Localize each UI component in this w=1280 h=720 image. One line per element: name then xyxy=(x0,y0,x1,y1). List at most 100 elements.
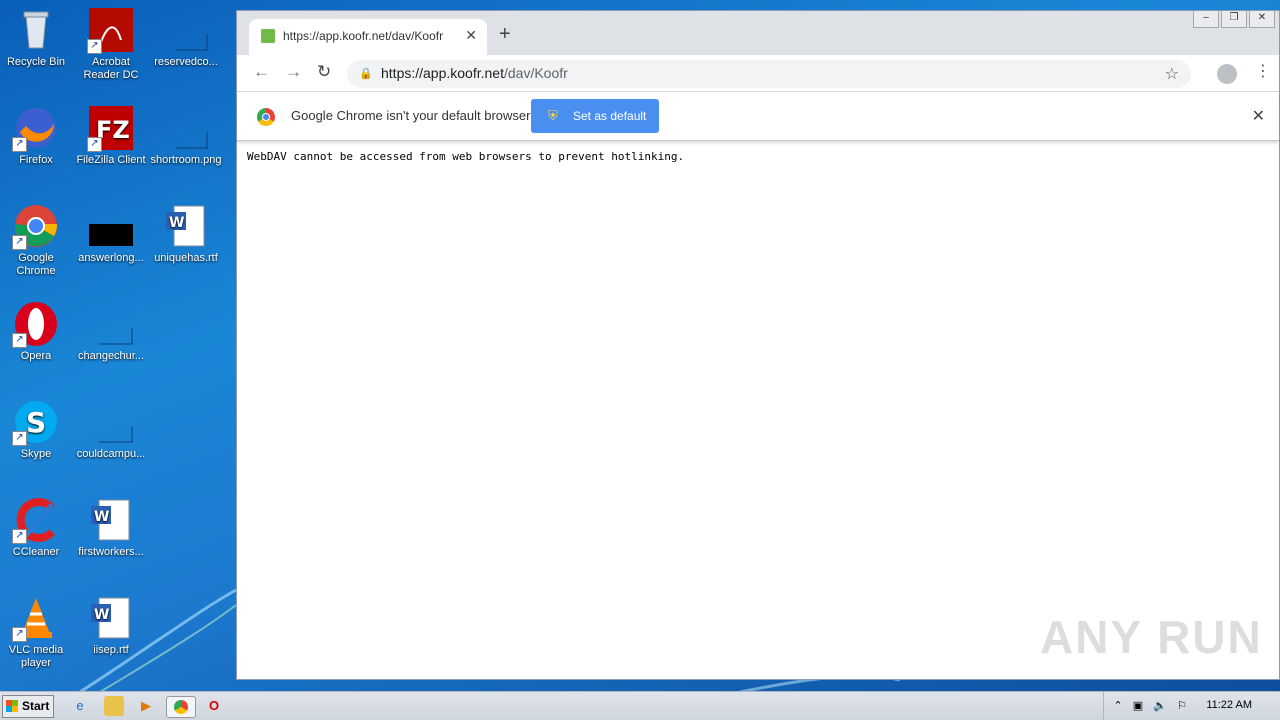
internet-explorer-taskbar-icon[interactable]: e xyxy=(70,696,90,716)
set-as-default-label: Set as default xyxy=(573,109,647,123)
icon-label: shortroom.png xyxy=(150,154,222,166)
chrome-menu-icon[interactable]: ⋮ xyxy=(1255,61,1271,81)
icon-label: iisep.rtf xyxy=(93,644,129,656)
icon-label: Opera xyxy=(20,350,52,362)
couldcampu-file[interactable]: couldcampu... xyxy=(75,398,147,461)
changechur-file[interactable]: changechur... xyxy=(75,300,147,363)
volume-icon[interactable]: 🔈 xyxy=(1150,696,1170,716)
opera-taskbar-icon[interactable]: O xyxy=(204,696,224,716)
recycle-bin-icon xyxy=(12,6,60,54)
desktop: Recycle Bin ↗ Acrobat Reader DC reserved… xyxy=(0,0,236,692)
firefox-icon: ↗ xyxy=(12,104,60,152)
chrome-taskbar-button[interactable] xyxy=(166,696,196,718)
icon-label: Recycle Bin xyxy=(6,56,66,68)
iisep-file[interactable]: W iisep.rtf xyxy=(75,594,147,657)
icon-label: couldcampu... xyxy=(76,448,146,460)
clock[interactable]: 11:22 AM xyxy=(1206,699,1252,711)
tab-close-icon[interactable]: ✕ xyxy=(465,27,477,44)
acrobat-reader-shortcut[interactable]: ↗ Acrobat Reader DC xyxy=(75,6,147,82)
system-tray: ⌃ ▣ 🔈 ⚐ 11:22 AM xyxy=(1103,692,1280,720)
word-document-icon: W xyxy=(87,594,135,642)
uniquehas-file[interactable]: W uniquehas.rtf xyxy=(150,202,222,265)
new-tab-button[interactable]: + xyxy=(499,23,511,46)
black-image-icon xyxy=(87,202,135,250)
minimize-button[interactable]: – xyxy=(1193,11,1219,28)
page-message: WebDAV cannot be accessed from web brows… xyxy=(247,150,685,163)
icon-label: VLC media player xyxy=(8,644,64,669)
uac-shield-icon: ⛨ xyxy=(548,108,558,123)
svg-text:W: W xyxy=(94,607,109,623)
infobar-close-icon[interactable]: ✕ xyxy=(1252,106,1265,126)
icon-label: FileZilla Client xyxy=(76,154,146,166)
chrome-shortcut[interactable]: ↗ Google Chrome xyxy=(0,202,72,278)
close-window-button[interactable]: ✕ xyxy=(1249,11,1275,28)
set-as-default-button[interactable]: ⛨ Set as default xyxy=(531,99,659,133)
shortcut-arrow-icon: ↗ xyxy=(87,39,102,54)
ccleaner-icon: ↗ xyxy=(12,496,60,544)
filezilla-shortcut[interactable]: FZ ↗ FileZilla Client xyxy=(75,104,147,167)
browser-tab[interactable]: https://app.koofr.net/dav/Koofr ✕ xyxy=(249,19,487,55)
action-center-flag-icon[interactable]: ⚐ xyxy=(1172,696,1192,716)
ccleaner-shortcut[interactable]: ↗ CCleaner xyxy=(0,496,72,559)
url-path: /dav/Koofr xyxy=(503,65,568,81)
file-explorer-taskbar-icon[interactable] xyxy=(104,696,124,716)
window-controls: – ❐ ✕ xyxy=(1193,11,1275,28)
filezilla-icon: FZ ↗ xyxy=(87,104,135,152)
chrome-icon: ↗ xyxy=(12,202,60,250)
address-bar[interactable]: 🔒 https://app.koofr.net/dav/Koofr ☆ xyxy=(347,60,1191,88)
acrobat-icon: ↗ xyxy=(87,6,135,54)
forward-button[interactable]: → xyxy=(285,62,302,82)
word-document-icon: W xyxy=(87,496,135,544)
icon-label: reservedco... xyxy=(154,56,218,68)
windows-logo-icon xyxy=(6,700,18,712)
page-content: WebDAV cannot be accessed from web brows… xyxy=(237,141,1279,172)
profile-avatar-icon[interactable] xyxy=(1217,64,1237,84)
lock-icon: 🔒 xyxy=(359,68,373,80)
shortcut-arrow-icon: ↗ xyxy=(87,137,102,152)
icon-label: firstworkers... xyxy=(78,546,144,558)
start-button[interactable]: Start xyxy=(2,695,54,718)
chrome-window: https://app.koofr.net/dav/Koofr ✕ + – ❐ … xyxy=(236,10,1280,680)
bookmark-star-icon[interactable]: ☆ xyxy=(1165,64,1179,84)
shortcut-arrow-icon: ↗ xyxy=(12,431,27,446)
anyrun-watermark: ANY RUN xyxy=(1040,611,1263,663)
answerlong-file[interactable]: answerlong... xyxy=(75,202,147,265)
svg-text:W: W xyxy=(94,509,109,525)
firefox-shortcut[interactable]: ↗ Firefox xyxy=(0,104,72,167)
infobar-message: Google Chrome isn't your default browser xyxy=(291,108,531,123)
icon-label: changechur... xyxy=(77,350,145,362)
reload-button[interactable]: ↻ xyxy=(317,62,331,82)
start-label: Start xyxy=(22,699,50,713)
browser-toolbar: ← → ↻ 🔒 https://app.koofr.net/dav/Koofr … xyxy=(237,55,1279,92)
svg-text:S: S xyxy=(26,406,46,439)
default-browser-infobar: Google Chrome isn't your default browser… xyxy=(237,92,1279,141)
opera-icon: ↗ xyxy=(12,300,60,348)
icon-label: answerlong... xyxy=(78,252,144,264)
shortcut-arrow-icon: ↗ xyxy=(12,333,27,348)
url-host: https://app.koofr.net xyxy=(381,65,504,81)
firstworkers-file[interactable]: W firstworkers... xyxy=(75,496,147,559)
tab-title: https://app.koofr.net/dav/Koofr xyxy=(283,29,444,43)
back-button[interactable]: ← xyxy=(253,62,270,82)
icon-label: Google Chrome xyxy=(16,252,56,277)
icon-label: Acrobat Reader DC xyxy=(83,56,139,81)
skype-icon: S ↗ xyxy=(12,398,60,446)
reservedco-file[interactable]: reservedco... xyxy=(150,6,222,69)
shortroom-file[interactable]: shortroom.png xyxy=(150,104,222,167)
chrome-logo-icon xyxy=(257,108,275,126)
shortcut-arrow-icon: ↗ xyxy=(12,137,27,152)
site-favicon-icon xyxy=(261,29,275,43)
opera-shortcut[interactable]: ↗ Opera xyxy=(0,300,72,363)
blank-file-icon xyxy=(162,104,210,152)
network-icon[interactable]: ▣ xyxy=(1128,696,1148,716)
restore-button[interactable]: ❐ xyxy=(1221,11,1247,28)
word-document-icon: W xyxy=(162,202,210,250)
media-player-taskbar-icon[interactable]: ▶ xyxy=(136,696,156,716)
recycle-bin-shortcut[interactable]: Recycle Bin xyxy=(0,6,72,69)
taskbar: Start e ▶ O ⌃ ▣ 🔈 ⚐ 11:22 AM xyxy=(0,691,1280,720)
vlc-shortcut[interactable]: ↗ VLC media player xyxy=(0,594,72,670)
shortcut-arrow-icon: ↗ xyxy=(12,235,27,250)
skype-shortcut[interactable]: S ↗ Skype xyxy=(0,398,72,461)
vlc-icon: ↗ xyxy=(12,594,60,642)
show-hidden-icons-icon[interactable]: ⌃ xyxy=(1108,696,1128,716)
